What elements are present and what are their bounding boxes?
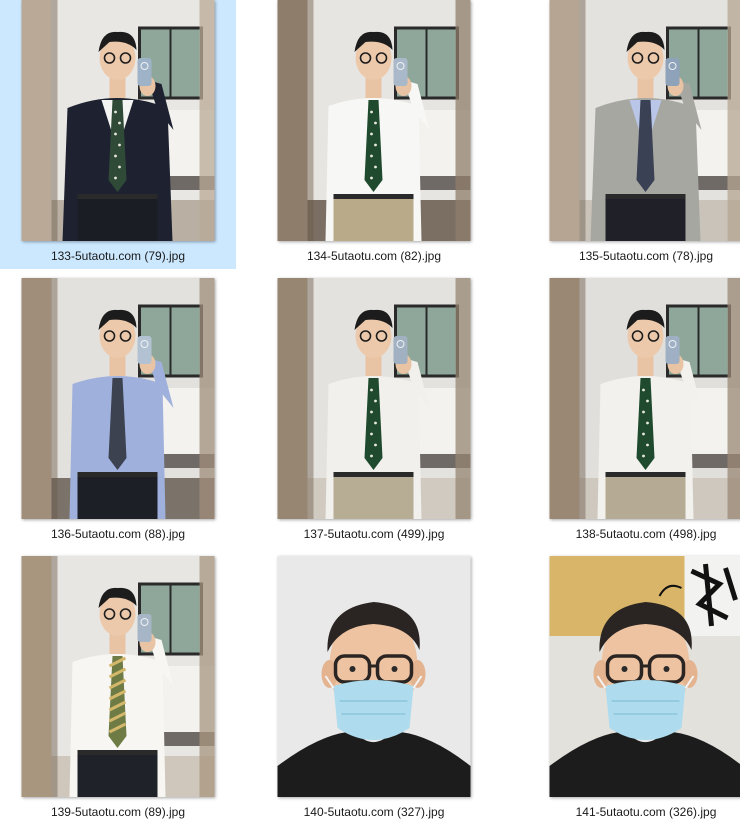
file-name-label[interactable]: 135-5utaotu.com (78).jpg <box>528 249 740 263</box>
file-tile[interactable]: 140-5utaotu.com (327).jpg <box>256 556 492 825</box>
file-thumbnail[interactable] <box>277 278 471 519</box>
file-name-label[interactable]: 139-5utaotu.com (89).jpg <box>0 805 236 819</box>
file-thumbnail[interactable] <box>277 556 471 797</box>
file-name-label[interactable]: 134-5utaotu.com (82).jpg <box>256 249 492 263</box>
photo-image <box>277 278 471 519</box>
file-name-label[interactable]: 138-5utaotu.com (498).jpg <box>528 527 740 541</box>
photo-image <box>549 0 740 241</box>
photo-image <box>277 556 471 797</box>
photo-image <box>21 556 215 797</box>
file-thumbnail[interactable] <box>21 278 215 519</box>
file-name-label[interactable]: 141-5utaotu.com (326).jpg <box>528 805 740 819</box>
file-tile[interactable]: 134-5utaotu.com (82).jpg <box>256 0 492 269</box>
file-thumbnail[interactable] <box>277 0 471 241</box>
file-tile[interactable]: 138-5utaotu.com (498).jpg <box>528 278 740 547</box>
file-tile[interactable]: 133-5utaotu.com (79).jpg <box>0 0 236 269</box>
photo-image <box>21 278 215 519</box>
photo-image <box>277 0 471 241</box>
file-thumbnail[interactable] <box>549 556 740 797</box>
file-thumbnail[interactable] <box>549 0 740 241</box>
file-tile[interactable]: 136-5utaotu.com (88).jpg <box>0 278 236 547</box>
photo-image <box>21 0 215 241</box>
file-thumbnail[interactable] <box>21 556 215 797</box>
file-name-label[interactable]: 133-5utaotu.com (79).jpg <box>0 249 236 263</box>
file-tile[interactable]: 135-5utaotu.com (78).jpg <box>528 0 740 269</box>
photo-image <box>549 556 740 797</box>
file-tile[interactable]: 137-5utaotu.com (499).jpg <box>256 278 492 547</box>
file-tile[interactable]: 141-5utaotu.com (326).jpg <box>528 556 740 825</box>
file-tile[interactable]: 139-5utaotu.com (89).jpg <box>0 556 236 825</box>
photo-image <box>549 278 740 519</box>
file-name-label[interactable]: 140-5utaotu.com (327).jpg <box>256 805 492 819</box>
file-name-label[interactable]: 137-5utaotu.com (499).jpg <box>256 527 492 541</box>
file-name-label[interactable]: 136-5utaotu.com (88).jpg <box>0 527 236 541</box>
file-thumbnail[interactable] <box>21 0 215 241</box>
file-thumbnail[interactable] <box>549 278 740 519</box>
